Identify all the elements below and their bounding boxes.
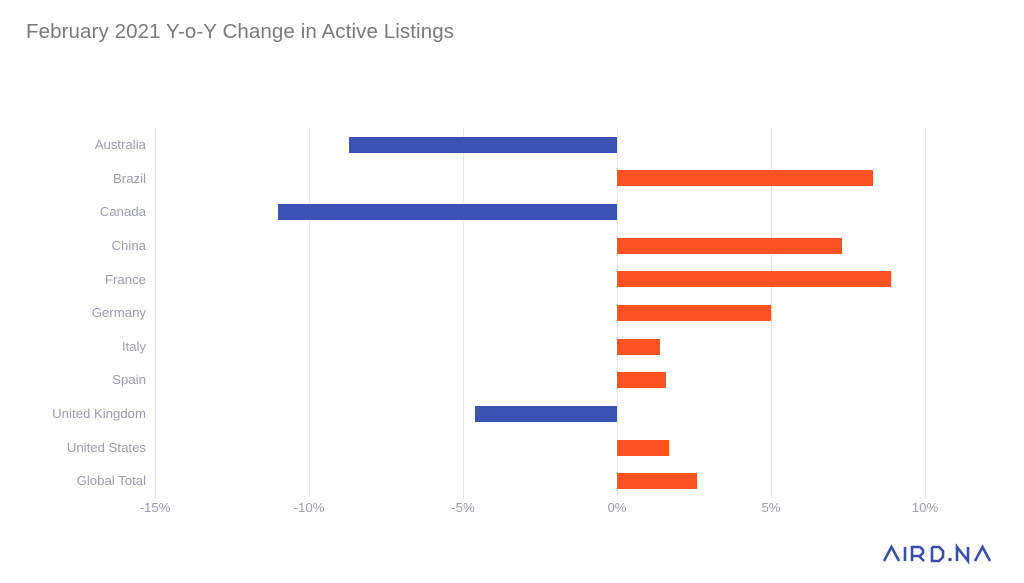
x-axis-tick-labels: -15% -10% -5% 0% 5% 10%: [0, 500, 1024, 524]
chart-container: February 2021 Y-o-Y Change in Active Lis…: [0, 0, 1024, 583]
x-tick-label: -10%: [293, 500, 325, 515]
y-axis-label-china: China: [111, 237, 146, 253]
bar-row: [155, 330, 925, 364]
bar-row: [155, 162, 925, 196]
y-axis-label-france: France: [104, 271, 146, 287]
bar-spain[interactable]: [617, 372, 667, 389]
bar-australia[interactable]: [349, 136, 617, 153]
bar-row: [155, 464, 925, 498]
bar-row: [155, 263, 925, 297]
bar-united-kingdom[interactable]: [475, 405, 617, 422]
bar-row: [155, 296, 925, 330]
x-tick-label: -15%: [139, 500, 171, 515]
y-axis-label-canada: Canada: [99, 204, 146, 220]
bar-france[interactable]: [617, 271, 892, 288]
bar-row: [155, 229, 925, 263]
y-axis-label-italy: Italy: [121, 338, 146, 354]
x-tick-label: 10%: [911, 500, 939, 515]
y-axis-label-brazil: Brazil: [113, 170, 146, 186]
bar-row: [155, 397, 925, 431]
bar-italy[interactable]: [617, 338, 661, 355]
bar-row: [155, 363, 925, 397]
y-axis-label-united-kingdom: United Kingdom: [52, 406, 146, 422]
bar-row: [155, 128, 925, 162]
y-axis-label-australia: Australia: [94, 137, 146, 152]
x-tick-label: 0%: [607, 500, 627, 515]
airdna-logo: [882, 541, 1000, 567]
y-axis-label-united-states: United States: [66, 439, 146, 455]
bar-brazil[interactable]: [617, 170, 873, 187]
bar-row: [155, 195, 925, 229]
bar-row: [155, 431, 925, 465]
plot-area: [155, 128, 926, 498]
x-tick-label: -5%: [451, 500, 475, 515]
y-axis-label-germany: Germany: [91, 305, 146, 321]
bar-canada[interactable]: [278, 204, 617, 221]
gridline-10: [925, 128, 926, 498]
bar-germany[interactable]: [617, 304, 771, 321]
page-title: February 2021 Y-o-Y Change in Active Lis…: [26, 20, 455, 43]
y-axis-label-global-total: Global Total: [76, 473, 146, 489]
x-tick-label: 5%: [761, 500, 781, 515]
bar-united-states[interactable]: [617, 439, 670, 456]
y-axis-label-spain: Spain: [112, 372, 146, 388]
y-axis-category-labels: Australia Brazil Canada China France Germany I…: [0, 128, 146, 498]
bar-china[interactable]: [617, 237, 842, 254]
bar-global-total[interactable]: [617, 473, 698, 490]
